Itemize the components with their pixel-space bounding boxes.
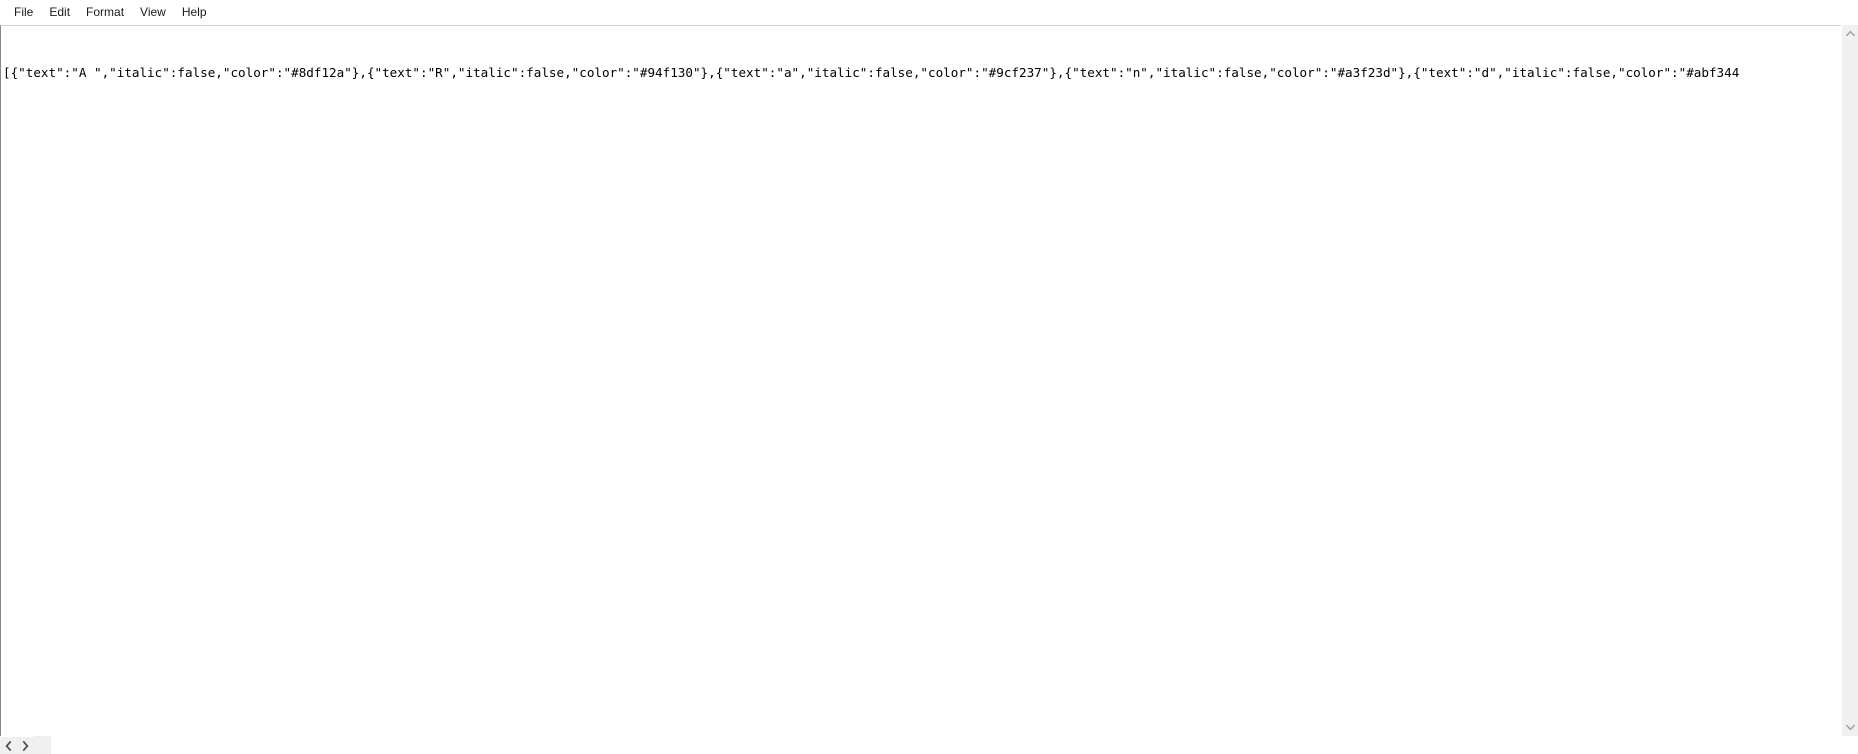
horizontal-scrollbar[interactable] <box>0 736 34 754</box>
editor-region: [{"text":"A ","italic":false,"color":"#8… <box>0 25 1858 736</box>
scroll-right-button[interactable] <box>17 737 34 754</box>
scroll-left-button[interactable] <box>0 737 17 754</box>
scroll-up-button[interactable] <box>1841 25 1858 42</box>
editor-line-1: [{"text":"A ","italic":false,"color":"#8… <box>3 65 1740 80</box>
scroll-down-button[interactable] <box>1841 719 1858 736</box>
scrollbar-corner <box>34 736 51 754</box>
menu-edit[interactable]: Edit <box>41 3 78 22</box>
vertical-scrollbar[interactable] <box>1841 25 1858 736</box>
menu-bar: File Edit Format View Help <box>0 0 1858 25</box>
chevron-left-icon <box>5 740 12 751</box>
notepad-window: File Edit Format View Help [{"text":"A "… <box>0 0 1858 754</box>
menu-file[interactable]: File <box>6 3 41 22</box>
chevron-down-icon <box>1845 724 1855 731</box>
menu-format[interactable]: Format <box>78 3 132 22</box>
bottom-scroll-row <box>0 736 1858 754</box>
menu-help[interactable]: Help <box>174 3 215 22</box>
chevron-right-icon <box>22 740 29 751</box>
menu-view[interactable]: View <box>132 3 174 22</box>
text-content[interactable]: [{"text":"A ","italic":false,"color":"#8… <box>1 26 1841 736</box>
chevron-up-icon <box>1845 30 1855 37</box>
text-editor-area[interactable]: [{"text":"A ","italic":false,"color":"#8… <box>0 25 1841 736</box>
vertical-scroll-track[interactable] <box>1841 42 1858 719</box>
